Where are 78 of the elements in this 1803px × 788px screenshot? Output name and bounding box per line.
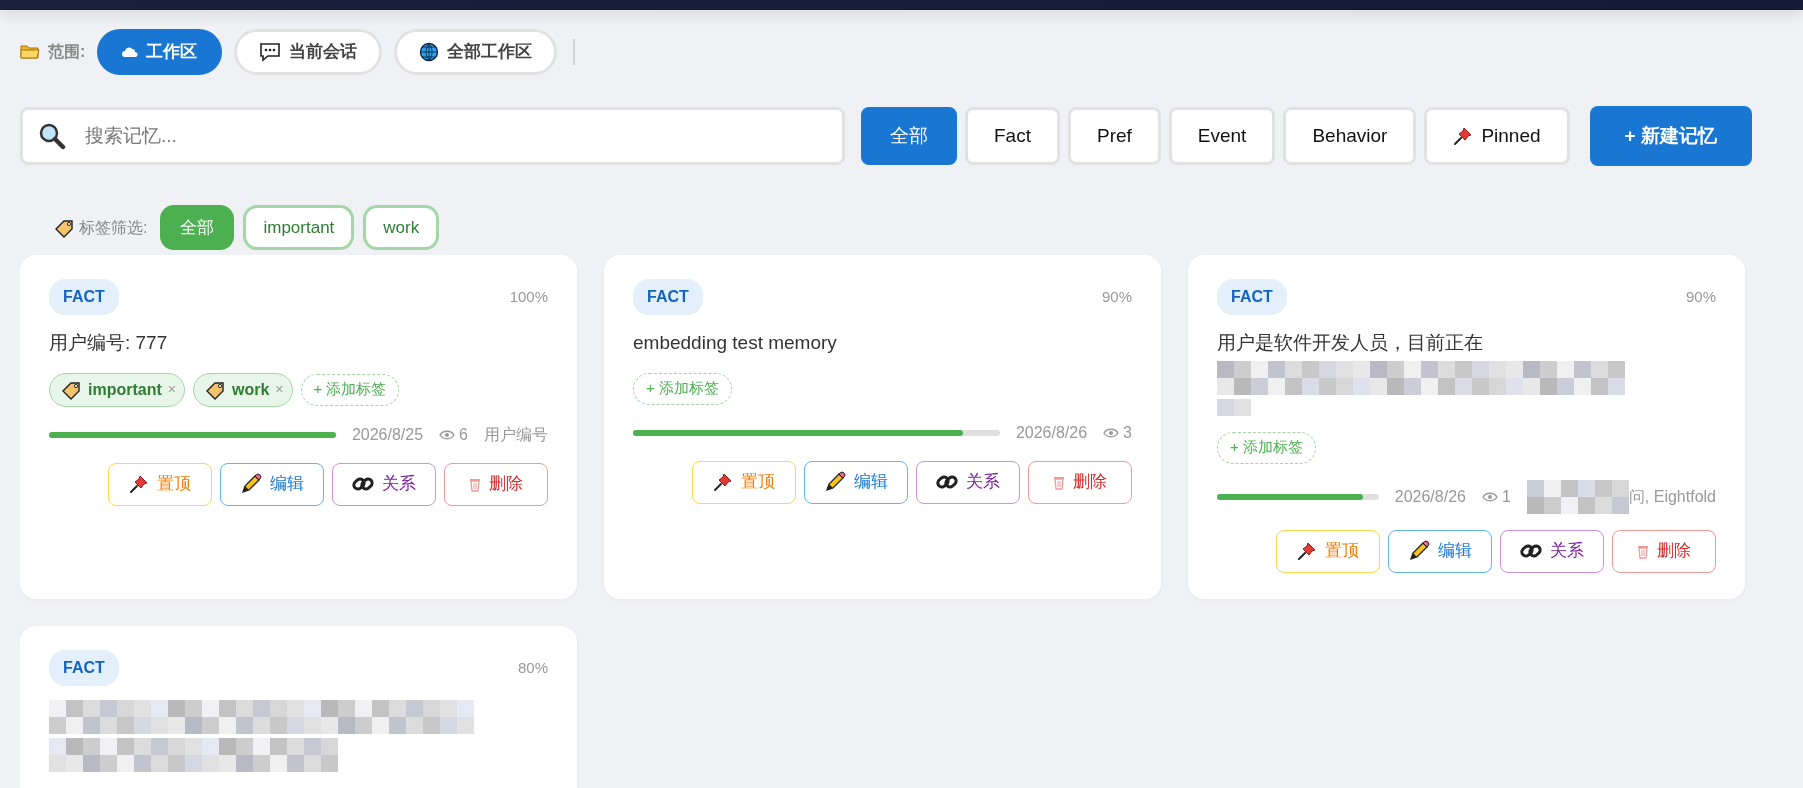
type-badge: FACT: [633, 279, 703, 315]
folder-icon: [20, 44, 40, 60]
view-count: 6: [459, 424, 468, 445]
tag-filter-chip[interactable]: 全部: [160, 205, 235, 250]
speech-bubble-icon: [259, 42, 282, 62]
action-button[interactable]: 置顶: [1276, 529, 1380, 573]
search-field[interactable]: 搜索记忆...: [20, 107, 845, 165]
new-memory-button[interactable]: + 新建记忆: [1589, 106, 1752, 166]
remove-tag-button[interactable]: ×: [167, 379, 176, 401]
date-text: 2026/8/25: [351, 424, 424, 445]
action-button[interactable]: 关系: [1500, 529, 1604, 573]
cloud-icon: [122, 46, 139, 58]
eye-icon: [439, 429, 456, 440]
trash-icon: [1053, 474, 1065, 491]
tag-icon: [55, 217, 75, 238]
tag-filter-chip[interactable]: important: [243, 205, 355, 250]
add-tag-button[interactable]: + 添加标签: [300, 373, 400, 406]
pushpin-icon: [129, 474, 149, 495]
type-filter-button[interactable]: Event: [1168, 107, 1276, 165]
pushpin-icon: [1297, 541, 1317, 562]
view-count: 1: [1501, 486, 1511, 507]
scope-tab[interactable]: 工作区: [97, 29, 223, 75]
memory-text: 用户编号: 777: [49, 331, 169, 355]
scope-tab[interactable]: 当前会话: [234, 29, 383, 75]
tag-filter-label: 标签筛选:: [79, 217, 148, 238]
action-button[interactable]: 关系: [332, 462, 436, 506]
source-text: 问, Eightfold: [1628, 486, 1716, 507]
type-badge: FACT: [49, 279, 119, 315]
pencil-icon: [824, 471, 846, 494]
date-text: 2026/8/26: [1394, 486, 1466, 507]
action-button[interactable]: 编辑: [804, 460, 908, 504]
tag-chip[interactable]: important ×: [49, 372, 185, 407]
pushpin-icon: [713, 472, 733, 493]
action-button[interactable]: 删除: [1028, 460, 1132, 504]
type-badge: FACT: [1217, 279, 1287, 315]
add-tag-button[interactable]: + 添加标签: [633, 372, 732, 405]
type-filter-button[interactable]: Fact: [965, 107, 1060, 165]
action-button[interactable]: 置顶: [108, 462, 212, 506]
action-button[interactable]: 编辑: [220, 462, 324, 506]
redaction-mosaic: [1217, 398, 1251, 416]
tag-text: important: [88, 379, 162, 400]
score-text: 80%: [517, 657, 548, 678]
score-text: 90%: [1685, 286, 1716, 307]
action-button[interactable]: 删除: [444, 462, 548, 506]
action-button[interactable]: 编辑: [1388, 529, 1492, 573]
type-filter-button[interactable]: 全部: [861, 107, 957, 165]
action-button[interactable]: 置顶: [692, 460, 796, 504]
type-filter-button[interactable]: Pref: [1067, 107, 1161, 165]
score-text: 100%: [509, 286, 548, 307]
search-icon: [38, 122, 66, 150]
trash-icon: [469, 476, 481, 493]
trash-icon: [1637, 543, 1649, 560]
score-text: 90%: [1101, 286, 1132, 307]
memory-text: embedding test memory: [633, 331, 838, 355]
view-count: 3: [1123, 422, 1132, 443]
scope-label: 范围:: [48, 42, 86, 62]
tag-icon: [205, 379, 226, 400]
type-filter-button[interactable]: Pinned: [1424, 107, 1570, 165]
type-badge: FACT: [49, 650, 119, 686]
pencil-icon: [240, 473, 262, 496]
type-filter-button[interactable]: Behavior: [1283, 107, 1417, 165]
tag-icon: [62, 379, 82, 400]
action-button[interactable]: 删除: [1612, 529, 1716, 573]
globe-icon: [419, 42, 440, 62]
tag-chip[interactable]: work ×: [192, 372, 293, 407]
date-text: 2026/8/26: [1015, 422, 1088, 443]
source-text: 用户编号: [484, 424, 548, 445]
action-button[interactable]: 关系: [916, 460, 1020, 504]
tag-text: work: [231, 379, 270, 400]
pencil-icon: [1408, 540, 1430, 563]
add-tag-button[interactable]: + 添加标签: [1217, 431, 1316, 464]
remove-tag-button[interactable]: ×: [275, 379, 284, 401]
eye-icon: [1103, 427, 1120, 438]
memory-text: 用户是软件开发人员，目前正在: [1217, 331, 1484, 355]
tag-filter-chip[interactable]: work: [363, 205, 440, 250]
pushpin-icon: [1453, 126, 1474, 146]
scope-tab[interactable]: 全部工作区: [394, 29, 558, 75]
eye-icon: [1481, 491, 1498, 502]
